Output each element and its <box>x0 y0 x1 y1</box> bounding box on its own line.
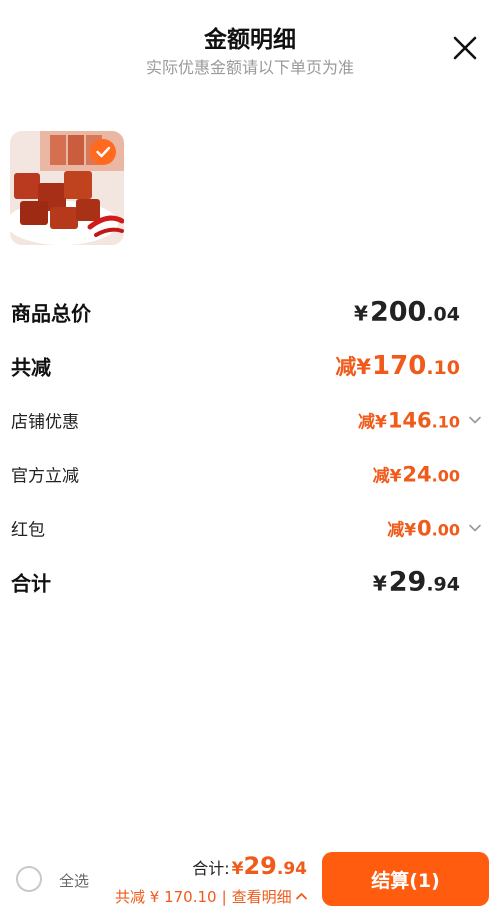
amount-decimal: .00 <box>431 520 460 540</box>
close-icon <box>453 36 477 60</box>
currency-symbol: ¥ <box>374 412 387 433</box>
goods-total-label: 商品总价 <box>11 301 91 326</box>
row-official-discount: 官方立减 减 ¥ 24 .00 <box>0 454 500 494</box>
grand-total-label: 合计 <box>11 571 51 596</box>
amount-integer: 24 <box>402 462 432 487</box>
amount-integer: 170 <box>372 351 427 381</box>
row-total-discount: 共减 减 ¥ 170 .10 <box>0 346 500 386</box>
currency-symbol: ¥ <box>389 466 402 487</box>
amount-integer: 0 <box>417 516 432 541</box>
shop-discount-label: 店铺优惠 <box>11 412 79 433</box>
select-all-radio[interactable] <box>16 866 42 892</box>
red-packet-label: 红包 <box>11 520 45 541</box>
discount-prefix: 减 <box>335 355 357 379</box>
chevron-up-icon <box>295 893 307 900</box>
view-detail-link[interactable]: 查看明细 <box>232 886 308 907</box>
header: 金额明细 实际优惠金额请以下单页为准 <box>0 0 500 90</box>
total-label: 合计: <box>192 859 230 878</box>
amount-decimal: .10 <box>431 412 460 432</box>
total-integer: 29 <box>243 852 277 880</box>
row-grand-total: 合计 ¥ 29 .94 <box>0 562 500 602</box>
row-goods-total: 商品总价 ¥ 200 .04 <box>0 292 500 332</box>
grand-total-value: ¥ 29 .94 <box>373 567 460 598</box>
close-button[interactable] <box>450 33 480 63</box>
check-icon <box>96 146 111 158</box>
amount-decimal: .10 <box>426 357 460 379</box>
page-title: 金额明细 <box>204 27 296 53</box>
view-detail-label: 查看明细 <box>231 888 292 906</box>
currency-symbol: ¥ <box>231 859 244 879</box>
red-packet-value: 减 ¥ 0 .00 <box>387 516 460 541</box>
selected-check-badge <box>90 139 116 165</box>
amount-integer: 146 <box>387 408 432 433</box>
currency-symbol: ¥ <box>354 301 368 326</box>
amount-decimal: .94 <box>426 573 460 596</box>
discount-summary: 共减 ¥ 170.10 | 查看明细 <box>115 886 308 907</box>
discount-prefix: 减 <box>357 412 375 433</box>
discount-prefix: 减 <box>387 520 405 541</box>
row-shop-discount[interactable]: 店铺优惠 减 ¥ 146 .10 <box>0 400 500 440</box>
product-image[interactable] <box>10 131 124 245</box>
total-discount-label: 共减 <box>11 355 51 380</box>
row-red-packet[interactable]: 红包 减 ¥ 0 .00 <box>0 508 500 548</box>
shop-discount-value: 减 ¥ 146 .10 <box>358 408 460 433</box>
amount-integer: 29 <box>388 566 427 598</box>
total-decimal: .94 <box>276 859 307 879</box>
currency-symbol: ¥ <box>372 571 387 596</box>
chevron-down-icon[interactable] <box>468 521 482 535</box>
total-discount-value: 减 ¥ 170 .10 <box>335 351 460 381</box>
page-subtitle: 实际优惠金额请以下单页为准 <box>145 58 354 77</box>
checkout-bar: 全选 合计: ¥ 29 .94 共减 ¥ 170.10 | 查看明细 结算(1) <box>0 840 500 917</box>
goods-total-value: ¥ 200 .04 <box>354 297 460 328</box>
amount-integer: 200 <box>369 296 427 328</box>
select-all-label[interactable]: 全选 <box>59 870 89 891</box>
amount-decimal: .04 <box>426 303 460 326</box>
currency-symbol: ¥ <box>356 355 372 379</box>
separator: | <box>221 887 227 906</box>
discount-prefix: 减 <box>372 466 390 487</box>
official-discount-label: 官方立减 <box>11 466 79 487</box>
official-discount-value: 减 ¥ 24 .00 <box>373 462 460 487</box>
discount-text: 共减 ¥ 170.10 <box>115 888 217 906</box>
chevron-down-icon[interactable] <box>468 413 482 427</box>
currency-symbol: ¥ <box>404 520 417 541</box>
checkout-button[interactable]: 结算(1) <box>322 852 489 906</box>
total-price: 合计: ¥ 29 .94 <box>192 852 307 880</box>
amount-decimal: .00 <box>431 466 460 486</box>
